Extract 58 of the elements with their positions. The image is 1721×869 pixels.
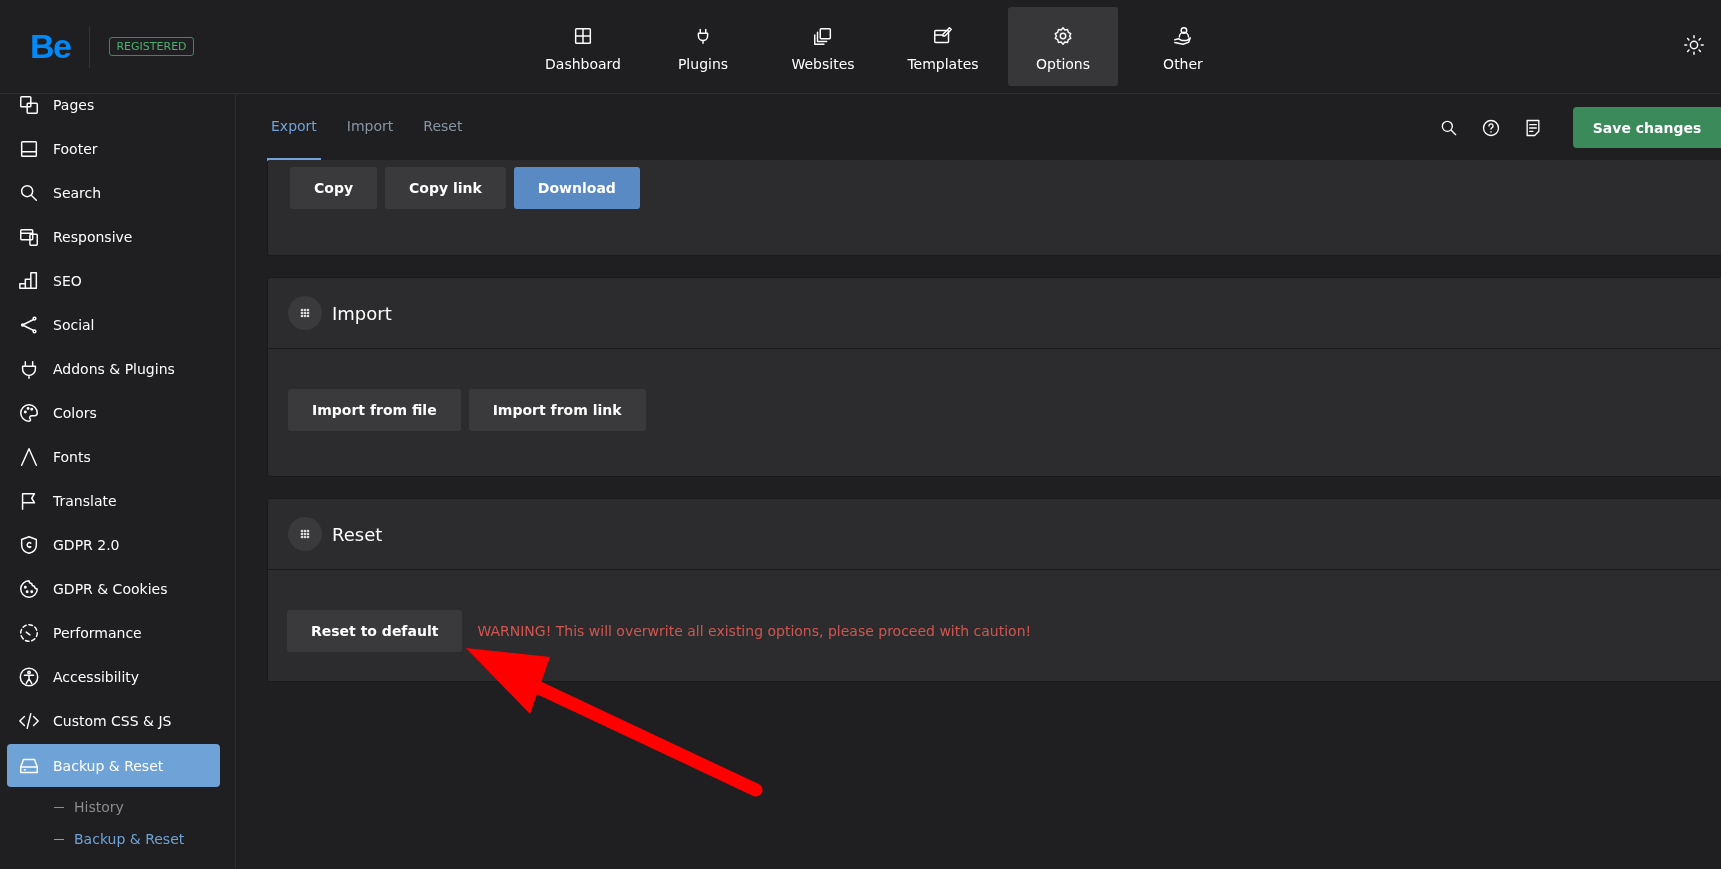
sidebar-item[interactable]: Colors [0, 391, 235, 435]
sidebar-subitem[interactable]: Backup & Reset [0, 823, 235, 855]
search-icon [18, 182, 40, 204]
sidebar-item[interactable]: Accessibility [0, 655, 235, 699]
drag-handle[interactable] [288, 296, 322, 330]
sun-icon[interactable] [1683, 34, 1705, 56]
sidebar-item[interactable]: Responsive [0, 215, 235, 259]
accessibility-icon [18, 666, 40, 688]
sidebar-item[interactable]: GDPR 2.0 [0, 523, 235, 567]
tab[interactable]: Import [342, 94, 398, 161]
registered-badge: REGISTERED [109, 37, 194, 56]
sidebar-item[interactable]: Search [0, 171, 235, 215]
action-button[interactable]: Import from link [468, 389, 646, 431]
action-button[interactable]: Copy [290, 167, 378, 209]
sidebar-item[interactable]: Fonts [0, 435, 235, 479]
action-button[interactable]: Download [513, 167, 640, 209]
sidebar-item[interactable]: GDPR & Cookies [0, 567, 235, 611]
dashed-gauge-icon [18, 622, 40, 644]
nav-tab[interactable]: Dashboard [528, 7, 638, 86]
tab[interactable]: Reset [419, 94, 467, 161]
devices-icon [18, 226, 40, 248]
letter-a-icon [18, 446, 40, 468]
sidebar-item[interactable]: Footer [0, 127, 235, 171]
hand-person-icon [1172, 25, 1194, 47]
drag-handle[interactable] [288, 517, 322, 551]
action-button[interactable]: Reset to default [287, 610, 463, 652]
action-button[interactable]: Copy link [385, 167, 506, 209]
nav-tab[interactable]: Other [1128, 7, 1238, 86]
section-title: Import [332, 302, 392, 324]
palette-icon [18, 402, 40, 424]
sidebar-item[interactable]: Social [0, 303, 235, 347]
nav-tab[interactable]: Templates [888, 7, 998, 86]
sidebar-item[interactable]: Translate [0, 479, 235, 523]
sidebar-item[interactable]: Pages [0, 94, 235, 127]
save-changes-button[interactable]: Save changes [1573, 107, 1721, 148]
section-title: Reset [332, 523, 383, 545]
sidebar-item[interactable]: Custom CSS & JS [0, 699, 235, 743]
nav-tab[interactable]: Options [1008, 7, 1118, 86]
grid-icon [572, 25, 594, 47]
nav-tab[interactable]: Websites [768, 7, 878, 86]
nav-tab[interactable]: Plugins [648, 7, 758, 86]
logo[interactable]: Be [30, 27, 71, 66]
warning-text: WARNING! This will overwrite all existing options, please proceed with caution! [477, 623, 1032, 639]
stacked-squares-icon [812, 25, 834, 47]
help-icon[interactable] [1481, 117, 1501, 138]
pages-icon [18, 94, 40, 116]
action-button[interactable]: Import from file [288, 389, 461, 431]
code-icon [18, 710, 40, 732]
footer-icon [18, 138, 40, 160]
cookie-icon [18, 578, 40, 600]
sidebar-item[interactable]: Performance [0, 611, 235, 655]
gear-icon [1052, 25, 1074, 47]
sidebar-item[interactable]: Addons & Plugins [0, 347, 235, 391]
sidebar-item[interactable]: SEO [0, 259, 235, 303]
sidebar-subitem[interactable]: History [0, 791, 235, 823]
bar-chart-icon [18, 270, 40, 292]
shield-icon [18, 534, 40, 556]
share-icon [18, 314, 40, 336]
